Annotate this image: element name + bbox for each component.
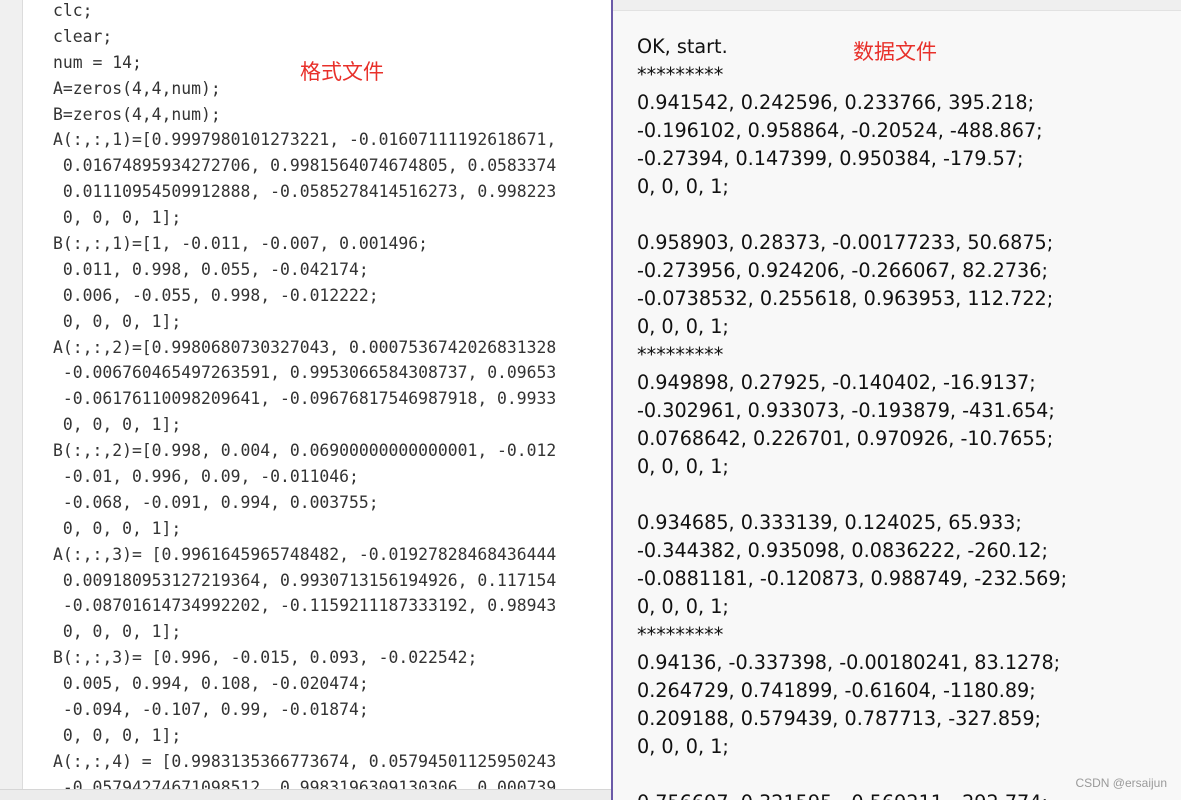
code-line: clc; <box>53 1 93 20</box>
code-area[interactable]: clc; clear; num = 14; A=zeros(4,4,num); B=ze… <box>23 0 612 790</box>
code-line: 0.006, -0.055, 0.998, -0.012222; <box>53 285 379 305</box>
code-line: -0.05794274671098512, 0.9983196309130306… <box>53 777 557 790</box>
data-line: 0.0768642, 0.226701, 0.970926, -10.7655; <box>637 427 1054 450</box>
data-line <box>637 481 1067 509</box>
data-line: 0.94136, -0.337398, -0.00180241, 83.1278… <box>637 651 1061 674</box>
data-line: -0.273956, 0.924206, -0.266067, 82.2736; <box>637 259 1048 282</box>
data-line: ********* <box>637 623 724 646</box>
code-line: 0, 0, 0, 1]; <box>53 518 182 538</box>
code-editor-pane: clc; clear; num = 14; A=zeros(4,4,num); B=ze… <box>0 0 612 800</box>
code-line: A(:,:,3)= [0.9961645965748482, -0.019278… <box>53 544 557 564</box>
code-line: -0.094, -0.107, 0.99, -0.01874; <box>53 700 369 720</box>
data-line <box>637 761 1067 789</box>
text-viewer-pane: OK, start. ********* 0.941542, 0.242596, 0… <box>613 0 1181 800</box>
viewer-top-bar <box>613 0 1181 11</box>
code-line: -0.006760465497263591, 0.995306658430873… <box>53 363 557 383</box>
code-line: -0.08701614734992202, -0.115921118733319… <box>53 596 557 616</box>
data-line: -0.302961, 0.933073, -0.193879, -431.654… <box>637 399 1055 422</box>
data-lines: OK, start. ********* 0.941542, 0.242596, 0… <box>637 33 1067 800</box>
code-line: A(:,:,1)=[0.9997980101273221, -0.0160711… <box>53 130 557 150</box>
data-line: -0.0881181, -0.120873, 0.988749, -232.56… <box>637 567 1068 590</box>
code-line: A(:,:,2)=[0.9980680730327043, 0.00075367… <box>53 337 557 357</box>
data-line: 0.949898, 0.27925, -0.140402, -16.9137; <box>637 371 1036 394</box>
editor-gutter <box>0 0 23 790</box>
data-line <box>637 201 1067 229</box>
code-line: B(:,:,1)=[1, -0.011, -0.007, 0.001496; <box>53 234 428 254</box>
code-line: B(:,:,2)=[0.998, 0.004, 0.06900000000000… <box>53 441 557 461</box>
code-line: clear; <box>53 26 113 46</box>
data-line: ********* <box>637 343 724 366</box>
code-line: 0.005, 0.994, 0.108, -0.020474; <box>53 674 369 694</box>
data-line: 0, 0, 0, 1; <box>637 735 729 758</box>
code-line: -0.01, 0.996, 0.09, -0.011046; <box>53 467 359 487</box>
code-line: -0.068, -0.091, 0.994, 0.003755; <box>53 492 379 512</box>
data-line: 0.756697, 0.321595, -0.569211, -292.774; <box>637 789 1067 800</box>
code-line: 0, 0, 0, 1]; <box>53 415 182 435</box>
code-line: 0.011, 0.998, 0.055, -0.042174; <box>53 259 369 279</box>
data-line: 0.934685, 0.333139, 0.124025, 65.933; <box>637 511 1022 534</box>
data-line: 0.264729, 0.741899, -0.61604, -1180.89; <box>637 679 1036 702</box>
code-line: B=zeros(4,4,num); <box>53 104 221 124</box>
data-line: 0, 0, 0, 1; <box>637 595 729 618</box>
code-line: 0.01674895934272706, 0.9981564074674805,… <box>53 156 557 176</box>
code-line: 0.01110954509912888, -0.0585278414516273… <box>53 182 557 202</box>
horizontal-scrollbar[interactable] <box>0 789 612 800</box>
data-file-label: 数据文件 <box>853 40 937 64</box>
code-line: -0.06176110098209641, -0.096768175469879… <box>53 389 557 409</box>
screen: clc; clear; num = 14; A=zeros(4,4,num); B=ze… <box>0 0 1181 800</box>
data-line: -0.344382, 0.935098, 0.0836222, -260.12; <box>637 539 1048 562</box>
code-line: 0, 0, 0, 1]; <box>53 208 182 228</box>
data-line: -0.27394, 0.147399, 0.950384, -179.57; <box>637 147 1024 170</box>
data-line: 0, 0, 0, 1; <box>637 455 729 478</box>
data-line: 0.941542, 0.242596, 0.233766, 395.218; <box>637 91 1035 114</box>
data-line: 0.209188, 0.579439, 0.787713, -327.859; <box>637 707 1041 730</box>
code-line: 0, 0, 0, 1]; <box>53 622 182 642</box>
code-line: 0, 0, 0, 1]; <box>53 725 182 745</box>
watermark: CSDN @ersaijun <box>1075 776 1167 790</box>
code-line: A(:,:,4) = [0.9983135366773674, 0.057945… <box>53 751 557 771</box>
format-file-label: 格式文件 <box>300 60 384 84</box>
data-line: 0, 0, 0, 1; <box>637 175 729 198</box>
code-line: B(:,:,3)= [0.996, -0.015, 0.093, -0.0225… <box>53 648 478 668</box>
data-line: 0, 0, 0, 1; <box>637 315 729 338</box>
data-line: -0.0738532, 0.255618, 0.963953, 112.722; <box>637 287 1054 310</box>
code-line: 0, 0, 0, 1]; <box>53 311 182 331</box>
code-lines: clc; clear; num = 14; A=zeros(4,4,num); B=ze… <box>53 0 556 790</box>
code-line: 0.009180953127219364, 0.9930713156194926… <box>53 570 557 590</box>
data-line: 0.958903, 0.28373, -0.00177233, 50.6875; <box>637 231 1054 254</box>
data-line: -0.196102, 0.958864, -0.20524, -488.867; <box>637 119 1043 142</box>
